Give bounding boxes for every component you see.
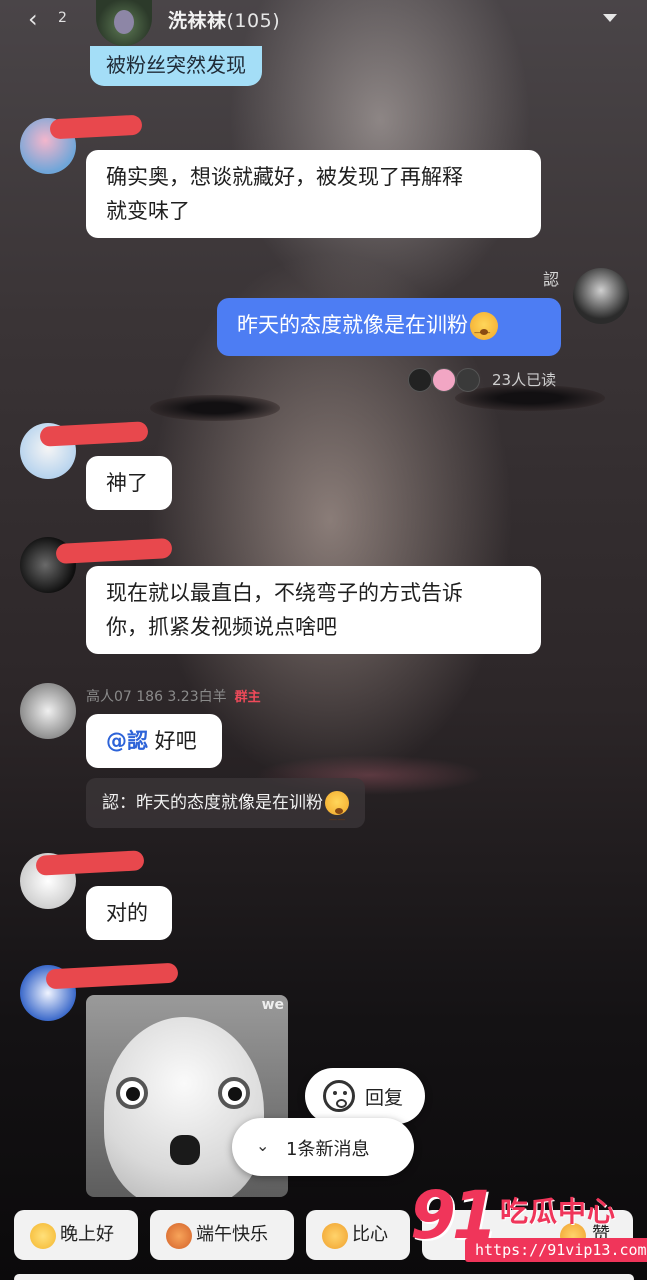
- message-input[interactable]: [14, 1274, 634, 1280]
- sticker-face: [104, 1017, 264, 1197]
- message-text: 昨天的态度就像是在训粉: [237, 313, 468, 337]
- chevron-down-icon[interactable]: [603, 14, 617, 22]
- avatar: [408, 368, 432, 392]
- sender-name: 高人07 186 3.23白羊: [86, 689, 227, 705]
- quick-reply-chip[interactable]: 赞: [422, 1210, 633, 1260]
- quick-reply-chip[interactable]: 端午快乐: [150, 1210, 294, 1260]
- avatar[interactable]: [20, 683, 76, 739]
- group-name: 洗袜袜: [168, 10, 227, 32]
- sender-name: 認: [543, 270, 560, 289]
- festival-emoji-icon: [166, 1223, 192, 1249]
- read-status[interactable]: 23人已读: [492, 369, 556, 390]
- member-count: (105): [226, 10, 281, 32]
- new-messages-label: 1条新消息: [286, 1139, 370, 1160]
- message-text: 就变味了: [106, 199, 190, 223]
- moon-emoji-icon: [30, 1223, 56, 1249]
- mention-link[interactable]: @認: [106, 729, 148, 753]
- message-text: 你，抓紧发视频说点啥吧: [106, 615, 337, 639]
- unread-count: 2: [58, 10, 67, 26]
- back-arrow-icon[interactable]: ‹: [28, 6, 38, 32]
- message-bubble[interactable]: 昨天的态度就像是在训粉: [217, 298, 561, 356]
- chip-label: 端午快乐: [196, 1224, 268, 1245]
- heart-hands-emoji-icon: [322, 1223, 348, 1249]
- message-bubble[interactable]: 神了: [86, 456, 172, 510]
- avatar: [456, 368, 480, 392]
- message-bubble[interactable]: 现在就以最直白，不绕弯子的方式告诉 你，抓紧发视频说点啥吧: [86, 566, 541, 654]
- sticker-detail: [170, 1135, 200, 1165]
- message-text: 好吧: [148, 729, 197, 753]
- sticker-detail: [218, 1077, 250, 1109]
- double-chevron-down-icon: ⌄: [256, 1136, 270, 1155]
- face-icon: [323, 1080, 355, 1112]
- chip-label: 赞: [592, 1224, 610, 1245]
- avatar[interactable]: [573, 268, 629, 324]
- message-bubble[interactable]: 被粉丝突然发现: [90, 46, 262, 86]
- chat-header: ‹ 2 洗袜袜(105): [0, 0, 647, 46]
- quick-reply-bar: 晚上好 端午快乐 比心 赞: [0, 1210, 647, 1262]
- quick-reply-chip[interactable]: 比心: [306, 1210, 410, 1260]
- owner-badge: 群主: [234, 690, 261, 705]
- message-text: 神了: [106, 471, 148, 495]
- message-text: 对的: [106, 901, 148, 925]
- quoted-message[interactable]: 認：昨天的态度就像是在训粉: [86, 778, 365, 845]
- message-text: 确实奥，想谈就藏好，被发现了再解释: [106, 165, 463, 189]
- wallpaper-detail: [150, 395, 280, 421]
- smug-emoji-icon: [325, 791, 349, 845]
- message-bubble[interactable]: 确实奥，想谈就藏好，被发现了再解释 就变味了: [86, 150, 541, 238]
- sticker-watermark: we: [261, 997, 284, 1013]
- sender-line: 高人07 186 3.23白羊 群主: [86, 686, 261, 706]
- chip-label: 晚上好: [60, 1224, 114, 1245]
- chip-label: 比心: [352, 1224, 388, 1245]
- message-bubble[interactable]: 对的: [86, 886, 172, 940]
- message-text: 被粉丝突然发现: [106, 53, 246, 77]
- smug-emoji-icon: [470, 312, 498, 350]
- message-text: 现在就以最直白，不绕弯子的方式告诉: [106, 581, 463, 605]
- group-avatar[interactable]: [96, 0, 152, 46]
- quick-reply-chip[interactable]: 晚上好: [14, 1210, 138, 1260]
- reply-label: 回复: [365, 1087, 404, 1109]
- avatar: [432, 368, 456, 392]
- reply-button[interactable]: 回复: [305, 1068, 425, 1124]
- sticker-detail: [116, 1077, 148, 1109]
- group-title[interactable]: 洗袜袜(105): [168, 6, 280, 33]
- thumbs-up-emoji-icon: [560, 1223, 586, 1249]
- message-bubble[interactable]: @認 好吧: [86, 714, 222, 768]
- quote-text: 認：昨天的态度就像是在训粉: [102, 793, 323, 813]
- new-messages-button[interactable]: ⌄ 1条新消息: [232, 1118, 414, 1176]
